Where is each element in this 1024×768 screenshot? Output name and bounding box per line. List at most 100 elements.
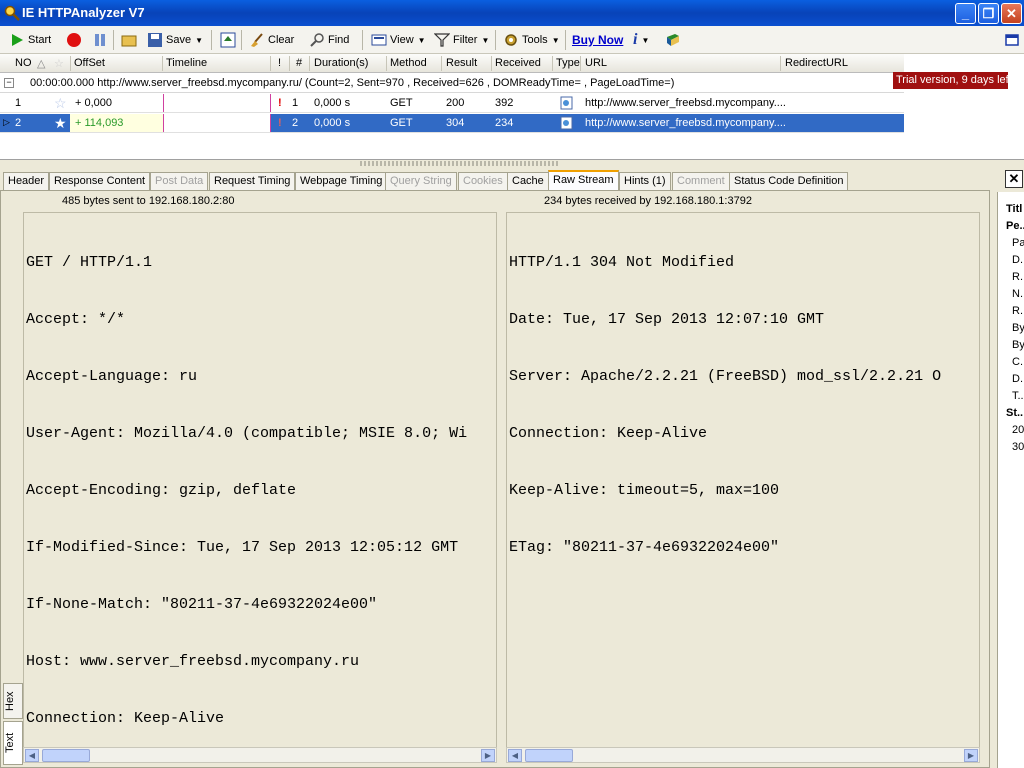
sent-bytes-label: 485 bytes sent to 192.168.180.2:80 (62, 195, 235, 207)
trial-badge: Trial version, 9 days left (893, 72, 1012, 89)
magnifier-app-icon (4, 5, 20, 21)
tab-request-timing[interactable]: Request Timing (209, 172, 296, 190)
collapse-icon[interactable]: − (4, 78, 14, 88)
column-redirect-url[interactable]: RedirectURL (785, 57, 848, 69)
column-number[interactable]: # (296, 57, 302, 69)
filter-menu[interactable]: Filter ▼ (431, 29, 492, 51)
tab-hints[interactable]: Hints (1) (619, 172, 671, 190)
column-result[interactable]: Result (446, 57, 477, 69)
pause-button[interactable] (89, 29, 111, 51)
response-raw-text[interactable]: HTTP/1.1 304 Not Modified Date: Tue, 17 … (506, 212, 980, 748)
scroll-left-icon[interactable]: ◀ (508, 749, 522, 762)
buy-now-link[interactable]: Buy Now (569, 29, 626, 51)
view-menu[interactable]: View ▼ (368, 29, 429, 51)
tab-response-content[interactable]: Response Content (49, 172, 151, 190)
table-row[interactable]: 1 ☆ + 0,000 ! 1 0,000 s GET 200 392 http… (0, 94, 904, 113)
minimize-button[interactable]: _ (955, 3, 976, 24)
record-stop-icon (67, 33, 81, 47)
export-icon (220, 32, 236, 48)
column-method[interactable]: Method (390, 57, 427, 69)
tab-cache[interactable]: Cache (507, 172, 549, 190)
start-button[interactable]: Start (6, 29, 54, 51)
title-bar: IE HTTPAnalyzer V7 _ ❐ ✕ (0, 0, 1024, 26)
star-filled-icon[interactable]: ★ (54, 115, 67, 132)
folder-icon (121, 35, 137, 47)
page-type-icon (560, 116, 573, 130)
table-row-selected[interactable]: ▷ 2 ★ + 114,093 ! 2 0,000 s GET 304 234 … (0, 114, 904, 133)
column-received[interactable]: Received (495, 57, 541, 69)
timeline-cell (163, 114, 271, 132)
request-lines: GET / HTTP/1.1 Accept: */* Accept-Langua… (26, 254, 468, 727)
help-book-button[interactable] (662, 29, 684, 51)
scroll-thumb[interactable] (42, 749, 90, 762)
scroll-right-icon[interactable]: ▶ (964, 749, 978, 762)
tab-hex[interactable]: Hex (3, 683, 23, 719)
response-lines: HTTP/1.1 304 Not Modified Date: Tue, 17 … (509, 254, 942, 556)
broom-icon (251, 33, 263, 47)
floppy-disk-icon (148, 33, 162, 47)
tab-text[interactable]: Text (3, 721, 23, 765)
tools-menu[interactable]: Tools ▼ (500, 29, 563, 51)
star-outline-icon[interactable]: ☆ (54, 95, 67, 112)
funnel-icon (434, 33, 450, 47)
column-url[interactable]: URL (585, 57, 607, 69)
tab-cookies[interactable]: Cookies (458, 172, 508, 190)
group-summary: 00:00:00.000 http://www.server_freebsd.m… (30, 77, 675, 89)
pause-icon (95, 34, 105, 46)
sort-asc-icon: △ (37, 58, 46, 70)
gear-icon (505, 34, 517, 46)
restore-button[interactable]: ❐ (978, 3, 999, 24)
request-grid: NO △ ☆ OffSet Timeline ! # Duration(s) M… (0, 54, 1024, 160)
view-icon (371, 34, 387, 46)
page-type-icon (560, 96, 573, 110)
scroll-thumb[interactable] (525, 749, 573, 762)
tab-header[interactable]: Header (3, 172, 50, 190)
window-title: IE HTTPAnalyzer V7 (22, 5, 145, 20)
info-button[interactable]: i ▼ (630, 29, 652, 51)
stop-button[interactable] (63, 29, 85, 51)
column-flag[interactable]: ! (278, 57, 281, 69)
request-raw-text[interactable]: GET / HTTP/1.1 Accept: */* Accept-Langua… (23, 212, 497, 748)
star-header-icon: ☆ (54, 58, 64, 70)
export-button[interactable] (217, 29, 239, 51)
info-flag-icon: ! (278, 117, 282, 129)
tab-query-string[interactable]: Query String (385, 172, 457, 190)
save-button[interactable]: Save ▼ (144, 29, 206, 51)
tab-post-data[interactable]: Post Data (150, 172, 209, 190)
tab-raw-stream[interactable]: Raw Stream (548, 170, 619, 190)
row-pointer-icon: ▷ (3, 117, 10, 127)
book-icon (667, 34, 679, 46)
grid-header: NO △ ☆ OffSet Timeline ! # Duration(s) M… (0, 54, 904, 73)
warning-flag-icon: ! (278, 97, 282, 109)
open-button[interactable] (118, 29, 140, 51)
splitter-handle[interactable] (360, 161, 560, 166)
view-mode-tabs: Hex Text (3, 683, 23, 765)
group-row[interactable]: − 00:00:00.000 http://www.server_freebsd… (0, 74, 904, 93)
clear-button[interactable]: Clear (246, 29, 297, 51)
request-hscrollbar[interactable]: ◀ ▶ (23, 747, 497, 763)
column-duration[interactable]: Duration(s) (314, 57, 368, 69)
received-bytes-label: 234 bytes received by 192.168.180.1:3792 (544, 195, 752, 207)
scroll-right-icon[interactable]: ▶ (481, 749, 495, 762)
detail-tabs: Header Response Content Post Data Reques… (0, 170, 990, 190)
side-panel-close-icon[interactable]: ✕ (1005, 170, 1023, 188)
column-type[interactable]: Type (556, 57, 580, 69)
tab-comment[interactable]: Comment (672, 172, 730, 190)
column-timeline[interactable]: Timeline (166, 57, 207, 69)
play-icon (12, 34, 23, 46)
tab-webpage-timing[interactable]: Webpage Timing (295, 172, 388, 190)
tab-status-code-definition[interactable]: Status Code Definition (729, 172, 849, 190)
close-button[interactable]: ✕ (1001, 3, 1022, 24)
search-icon (310, 33, 324, 47)
response-hscrollbar[interactable]: ◀ ▶ (506, 747, 980, 763)
scroll-left-icon[interactable]: ◀ (25, 749, 39, 762)
info-icon: i (633, 31, 638, 48)
window-icon (1005, 34, 1019, 46)
toolbar: Start Save ▼ Clear Find View ▼ Filter ▼ Too… (0, 26, 1024, 54)
find-button[interactable]: Find (306, 29, 352, 51)
timeline-cell (163, 94, 271, 112)
panel-toggle-button[interactable] (1001, 29, 1023, 51)
column-no[interactable]: NO (15, 57, 32, 69)
status-side-panel: Titl Pe.. Pa D.. R.. N.. R.. By By C.. D… (997, 192, 1024, 768)
column-offset[interactable]: OffSet (74, 57, 105, 69)
